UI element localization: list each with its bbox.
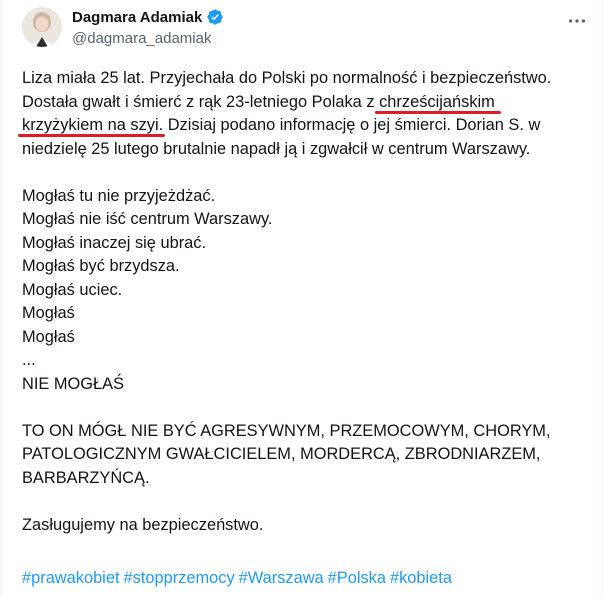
tweet-line: Liza miała 25 lat. Przyjechała do Polski… xyxy=(22,69,552,87)
author-handle[interactable]: @dagmara_adamiak xyxy=(72,30,211,47)
tweet-line: krzyżykiem na szyi. Dzisiaj podano infor… xyxy=(22,116,541,134)
hashtag-link[interactable]: #prawakobiet xyxy=(22,569,120,587)
caps-line: BARBARZYŃCĄ. xyxy=(22,468,150,487)
list-line: Mogłaś nie iść centrum Warszawy. xyxy=(22,210,273,228)
hashtag-link[interactable]: #kobieta xyxy=(390,569,452,587)
list-line: Mogłaś być brzydsza. xyxy=(22,257,180,275)
hashtag-link[interactable]: #Polska xyxy=(328,569,386,587)
closing-line: Zasługujemy na bezpieczeństwo. xyxy=(22,515,264,534)
verified-badge-icon xyxy=(207,9,224,25)
caps-line: PATOLOGICZNYM GWAŁCICIELEM, MORDERCĄ, ZB… xyxy=(22,445,541,463)
author-name[interactable]: Dagmara Adamiak xyxy=(72,9,202,26)
tweet-line: Dostała gwałt i śmierć z rąk 23-letniego… xyxy=(22,92,495,111)
list-line: ... xyxy=(22,351,36,369)
list-line: Mogłaś inaczej się ubrać. xyxy=(22,233,207,252)
underlined-text: krzyżykiem na szyi xyxy=(22,116,159,134)
hashtag-link[interactable]: #stopprzemocy xyxy=(124,569,235,587)
avatar[interactable] xyxy=(22,7,62,47)
list-line: Mogłaś xyxy=(22,327,75,346)
hashtag-link[interactable]: #Warszawa xyxy=(239,569,324,587)
list-line: Mogłaś tu nie przyjeżdżać. xyxy=(22,186,216,205)
author-name-row[interactable]: Dagmara Adamiak xyxy=(72,8,224,26)
more-options-icon[interactable] xyxy=(566,10,588,32)
list-line: Mogłaś uciec. xyxy=(22,280,123,299)
list-line: NIE MOGŁAŚ xyxy=(22,374,125,393)
tweet-text: Liza miała 25 lat. Przyjechała do Polski… xyxy=(22,67,592,537)
hashtag-row: #prawakobiet #stopprzemocy #Warszawa #Polsk… xyxy=(22,569,456,588)
tweet-line: niedzielę 25 lutego brutalnie napadł ją … xyxy=(22,139,531,158)
underlined-text: chrześcijańskim xyxy=(379,92,495,111)
list-line: Mogłaś xyxy=(22,304,75,322)
tweet-card: Dagmara Adamiak @dagmara_adamiak Liza mi… xyxy=(0,0,603,597)
caps-line: TO ON MÓGŁ NIE BYĆ AGRESYWNYM, PRZEMOCOW… xyxy=(22,421,551,440)
